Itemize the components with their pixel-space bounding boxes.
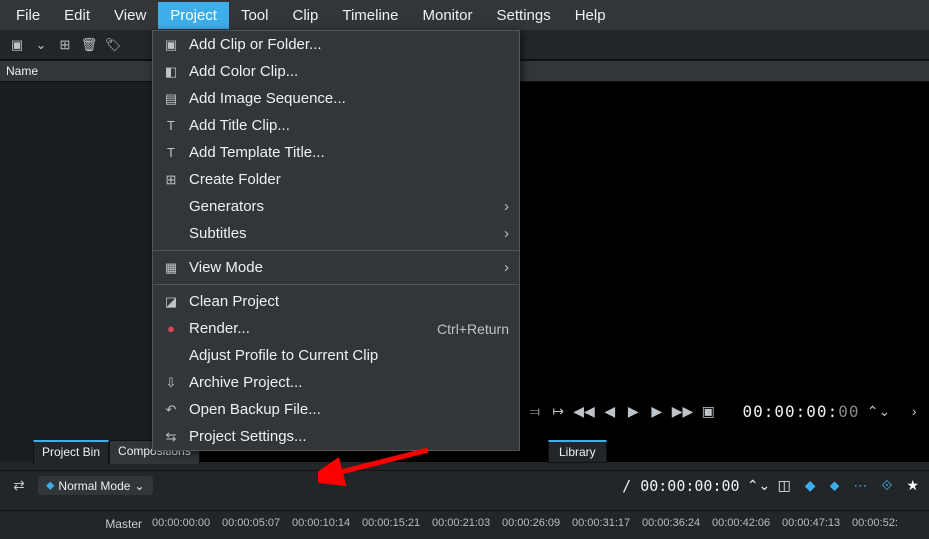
bin-tree[interactable] [0,82,152,462]
settings-icon: ⇆ [161,429,181,445]
render-icon: ● [161,321,181,336]
tab-project-bin[interactable]: Project Bin [33,440,109,464]
menu-edit[interactable]: Edit [52,2,102,29]
archive-icon: ⇩ [161,375,181,391]
clean-icon: ◪ [161,294,181,310]
mixer-icon[interactable]: ◆ [805,477,816,494]
chevron-right-icon: › [504,198,509,215]
menu-view-mode[interactable]: ▦View Mode› [153,254,519,281]
chevron-right-icon: › [504,225,509,242]
ruler-tick: 00:00:31:17 [572,511,642,538]
menu-add-template-title[interactable]: TAdd Template Title... [153,139,519,166]
ruler-tick: 00:00:42:06 [712,511,782,538]
menu-add-image-sequence[interactable]: ▤Add Image Sequence... [153,85,519,112]
prev-frame-icon[interactable]: ◀ [603,402,617,420]
toggle-icon[interactable]: ⇄ [10,477,28,495]
menu-open-backup[interactable]: ↶Open Backup File... [153,396,519,423]
menu-timeline[interactable]: Timeline [330,2,410,29]
ruler-tick: 00:00:05:07 [222,511,292,538]
project-menu-dropdown: ▣Add Clip or Folder... ◧Add Color Clip..… [152,30,520,451]
image-seq-icon: ▤ [161,91,181,107]
timeline-icons: ◫ ◆ ⬥ ⋯ ⟐ ★ [778,477,919,494]
monitor-timecode[interactable]: 00:00:00:00 [743,402,860,421]
menu-clip[interactable]: Clip [281,2,331,29]
shortcut-label: Ctrl+Return [437,321,509,337]
separator [153,250,519,251]
normal-mode-button[interactable]: ⬥ Normal Mode ⌄ [38,476,153,495]
config-icon[interactable]: ⟐ [881,477,892,494]
menu-help[interactable]: Help [563,2,618,29]
menu-add-color-clip[interactable]: ◧Add Color Clip... [153,58,519,85]
folder-plus-icon[interactable]: ⊞ [56,36,74,54]
menu-project-settings[interactable]: ⇆Project Settings... [153,423,519,450]
color-clip-icon: ◧ [161,64,181,80]
cursor-icon: ⬥ [46,478,54,493]
master-track-label: Master [0,511,152,538]
menu-project[interactable]: Project [158,2,229,29]
more-icon[interactable]: › [907,402,921,420]
chevron-right-icon: › [504,259,509,276]
effect-icon[interactable]: ⬥ [830,477,840,494]
menu-adjust-profile[interactable]: Adjust Profile to Current Clip [153,342,519,369]
ruler-tick: 00:00:15:21 [362,511,432,538]
ruler-tick: 00:00:10:14 [292,511,362,538]
ruler-tick: 00:00:00:00 [152,511,222,538]
ruler-tick: 00:00:52: [852,511,922,538]
trash-icon[interactable]: 🗑 [80,36,98,54]
ruler-tick: 00:00:21:03 [432,511,502,538]
spinner-icon[interactable]: ⌃⌄ [869,402,887,420]
project-bin-panel [0,82,152,462]
compositing-icon[interactable]: ◫ [778,477,791,494]
favorite-icon[interactable]: ★ [906,477,919,494]
menu-monitor[interactable]: Monitor [410,2,484,29]
timeline-ruler-row: Master 00:00:00:00 00:00:05:07 00:00:10:… [0,510,929,538]
menu-generators[interactable]: Generators› [153,193,519,220]
monitor-controls: ⫤ ↦ ◀◀ ◀ ▶ ▶ ▶▶ ▣ 00:00:00:00 ⌃⌄ › [520,396,929,426]
timeline-ruler[interactable]: 00:00:00:00 00:00:05:07 00:00:10:14 00:0… [152,511,929,538]
menu-add-title-clip[interactable]: TAdd Title Clip... [153,112,519,139]
next-frame-icon[interactable]: ▶ [650,402,664,420]
spinner-icon[interactable]: ⌃⌄ [750,477,768,495]
zone-end-icon[interactable]: ⫤ [528,402,542,420]
forward-icon[interactable]: ▶▶ [674,402,692,420]
separator [153,284,519,285]
folder-icon: ⊞ [161,172,181,188]
subtitle-icon[interactable]: ⋯ [853,477,867,494]
menu-add-clip[interactable]: ▣Add Clip or Folder... [153,31,519,58]
menu-subtitles[interactable]: Subtitles› [153,220,519,247]
menu-tool[interactable]: Tool [229,2,281,29]
chevron-down-icon[interactable]: ⌄ [32,36,50,54]
column-name-label: Name [6,64,38,78]
timeline-timecode[interactable]: / 00:00:00:00 [622,477,739,495]
ruler-tick: 00:00:26:09 [502,511,572,538]
menu-render[interactable]: ●Render...Ctrl+Return [153,315,519,342]
title-icon: T [161,118,181,133]
menubar: File Edit View Project Tool Clip Timelin… [0,0,929,30]
clip-icon: ▣ [161,37,181,53]
ruler-tick: 00:00:36:24 [642,511,712,538]
menu-file[interactable]: File [4,2,52,29]
menu-settings[interactable]: Settings [485,2,563,29]
zone-start-icon[interactable]: ↦ [552,402,566,420]
tag-icon[interactable]: 🏷 [104,36,122,54]
template-title-icon: T [161,145,181,160]
tab-library[interactable]: Library [548,440,607,463]
rewind-icon[interactable]: ◀◀ [575,402,593,420]
undo-icon: ↶ [161,402,181,418]
ruler-tick: 00:00:47:13 [782,511,852,538]
menu-view[interactable]: View [102,2,158,29]
menu-archive-project[interactable]: ⇩Archive Project... [153,369,519,396]
play-icon[interactable]: ▶ [627,402,641,420]
timeline-toolbar: ⇄ ⬥ Normal Mode ⌄ / 00:00:00:00 ⌃⌄ ◫ ◆ ⬥… [0,470,929,500]
menu-clean-project[interactable]: ◪Clean Project [153,288,519,315]
crop-icon[interactable]: ▣ [702,402,716,420]
add-clip-icon[interactable]: ▣ [8,36,26,54]
menu-create-folder[interactable]: ⊞Create Folder [153,166,519,193]
chevron-down-icon: ⌄ [134,479,144,493]
view-mode-icon: ▦ [161,260,181,276]
